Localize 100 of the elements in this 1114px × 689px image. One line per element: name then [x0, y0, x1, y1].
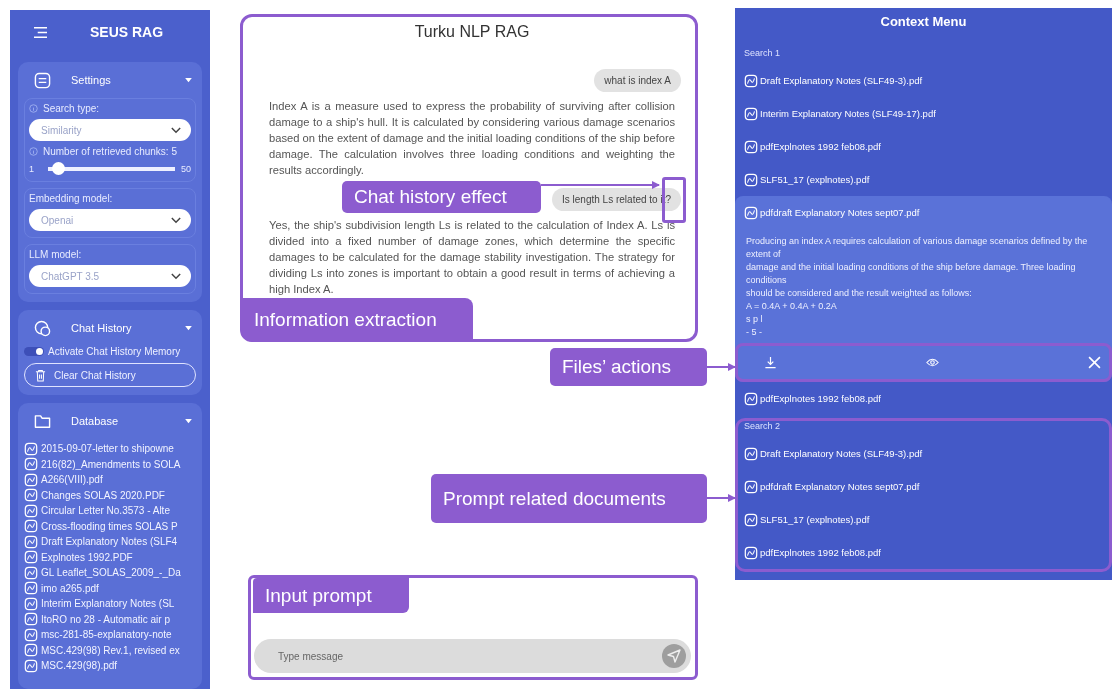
slider-max: 50: [181, 163, 191, 174]
file-icon: [24, 581, 38, 596]
file-icon: [24, 441, 38, 456]
section-title[interactable]: Database: [71, 415, 185, 427]
file-item[interactable]: Explnotes 1992.PDF: [24, 549, 196, 565]
file-item[interactable]: MSC.429(98) Rev.1, revised ex: [24, 642, 196, 658]
file-item[interactable]: 2015-09-07-letter to shipowne: [24, 441, 196, 457]
file-icon: [744, 73, 758, 88]
file-icon: [24, 534, 38, 549]
toggle-switch[interactable]: [24, 347, 44, 356]
callout-label: Input prompt: [253, 578, 409, 613]
toggle-label: Activate Chat History Memory: [48, 346, 181, 357]
file-item[interactable]: Draft Explanatory Notes (SLF49-3).pdf: [738, 437, 1109, 470]
dropdown[interactable]: Similarity: [29, 119, 191, 141]
file-icon: [24, 643, 38, 658]
file-icon: [24, 565, 38, 580]
file-item[interactable]: Draft Explanatory Notes (SLF4: [24, 534, 196, 550]
excerpt-text: - 5 -: [746, 326, 763, 339]
field-label: Number of retrieved chunks: 5: [43, 146, 177, 157]
dropdown[interactable]: ChatGPT 3.5: [29, 265, 191, 287]
callout-label: Prompt related documents: [431, 474, 707, 523]
download-icon[interactable]: [764, 356, 777, 369]
folder-icon: [34, 412, 51, 430]
file-item[interactable]: Circular Letter No.3573 - Alte: [24, 503, 196, 519]
caret-icon[interactable]: [185, 418, 192, 424]
file-icon: [744, 106, 758, 121]
app-title: SEUS RAG: [90, 24, 164, 40]
callout-label: Information extraction: [242, 298, 473, 342]
file-item[interactable]: pdfExplnotes 1992 feb08.pdf: [738, 536, 1109, 569]
file-item[interactable]: 216(82)_Amendments to SOLA: [24, 456, 196, 472]
file-item[interactable]: GL Leaflet_SOLAS_2009_-_Da: [24, 565, 196, 581]
file-item[interactable]: pdfdraft Explanatory Notes sept07.pdf: [738, 470, 1109, 503]
message-field[interactable]: Type message: [254, 639, 691, 673]
file-icon: [744, 205, 758, 220]
user-message: what is index A: [594, 69, 681, 92]
file-icon: [744, 139, 758, 154]
file-icon: [24, 503, 38, 518]
file-icon: [24, 457, 38, 472]
file-icon: [744, 479, 758, 494]
file-item[interactable]: pdfdraft Explanatory Notes sept07.pdf: [738, 196, 1112, 229]
file-item[interactable]: imo a265.pdf: [24, 580, 196, 596]
chevron-icon: [171, 216, 181, 224]
dropdown[interactable]: Openai: [29, 209, 191, 231]
file-icon: [744, 391, 758, 406]
file-item[interactable]: pdfExplnotes 1992 feb08.pdf: [738, 130, 1109, 163]
chat-icon: [34, 319, 51, 337]
chevron-icon: [171, 126, 181, 134]
file-icon: [744, 512, 758, 527]
section-title[interactable]: Chat History: [71, 322, 185, 334]
file-item[interactable]: msc-281-85-explanatory-note: [24, 627, 196, 643]
file-icon: [24, 472, 38, 487]
file-item[interactable]: Draft Explanatory Notes (SLF49-3).pdf: [738, 64, 1109, 97]
section-title[interactable]: Settings: [71, 74, 185, 86]
trash-icon: [35, 368, 46, 382]
file-item[interactable]: A266(VIII).pdf: [24, 472, 196, 488]
file-item[interactable]: Interim Explanatory Notes (SLF49-17).pdf: [738, 97, 1109, 130]
file-item[interactable]: Changes SOLAS 2020.PDF: [24, 487, 196, 503]
search-label: Search 2: [743, 421, 782, 431]
field-label: Embedding model:: [29, 193, 114, 204]
file-icon: [24, 519, 38, 534]
search-label: Search 1: [743, 48, 782, 58]
file-item[interactable]: pdfExplnotes 1992 feb08.pdf: [738, 382, 1109, 415]
file-icon: [744, 446, 758, 461]
file-item[interactable]: Interim Explanatory Notes (SL: [24, 596, 196, 612]
caret-icon[interactable]: [185, 77, 192, 83]
field-label: LLM model:: [29, 249, 83, 260]
file-item[interactable]: SLF51_17 (explnotes).pdf: [738, 163, 1109, 196]
excerpt-text: s p l: [746, 313, 764, 326]
assistant-message: Index A is a measure used to express the probability of surviving after collision damage to a ship's hull. It is calculated by considering various damage scenarios based on the extent of damage and the initial loading conditions of the ship before damage. The calculation involves three loading conditions and weighting the results accordingly.: [269, 99, 675, 178]
callout-label: Files’ actions: [550, 348, 707, 386]
close-icon[interactable]: [1088, 356, 1101, 369]
file-icon: [24, 658, 38, 673]
menu-icon[interactable]: [33, 25, 48, 39]
file-item[interactable]: ItoRO no 28 - Automatic air p: [24, 611, 196, 627]
file-icon: [24, 596, 38, 611]
info-icon: [29, 104, 38, 113]
slider-thumb[interactable]: [52, 162, 66, 175]
file-icon: [744, 172, 758, 187]
slider-min: 1: [29, 163, 34, 174]
file-item[interactable]: SLF51_17 (explnotes).pdf: [738, 503, 1109, 536]
highlight-frame: [662, 177, 686, 223]
field-label: Search type:: [43, 103, 100, 114]
excerpt-text: A = 0.4A + 0.4A + 0.2A: [746, 300, 838, 313]
file-icon: [744, 545, 758, 560]
chat-title: Turku NLP RAG: [413, 23, 531, 41]
file-icon: [24, 627, 38, 642]
callout-label: Chat history effect: [342, 181, 541, 213]
excerpt-text: should be considered and the result weighted as follows:: [746, 287, 973, 300]
file-icon: [24, 612, 38, 627]
caret-icon[interactable]: [185, 325, 192, 331]
panel-title: Context Menu: [879, 14, 968, 29]
send-icon[interactable]: [662, 644, 686, 668]
file-item[interactable]: Cross-flooding times SOLAS P: [24, 518, 196, 534]
settings-icon: [34, 71, 51, 89]
info-icon: [29, 147, 38, 156]
file-icon: [24, 488, 38, 503]
file-item[interactable]: MSC.429(98).pdf: [24, 658, 196, 674]
eye-icon[interactable]: [926, 356, 939, 369]
file-icon: [24, 550, 38, 565]
chevron-icon: [171, 272, 181, 280]
